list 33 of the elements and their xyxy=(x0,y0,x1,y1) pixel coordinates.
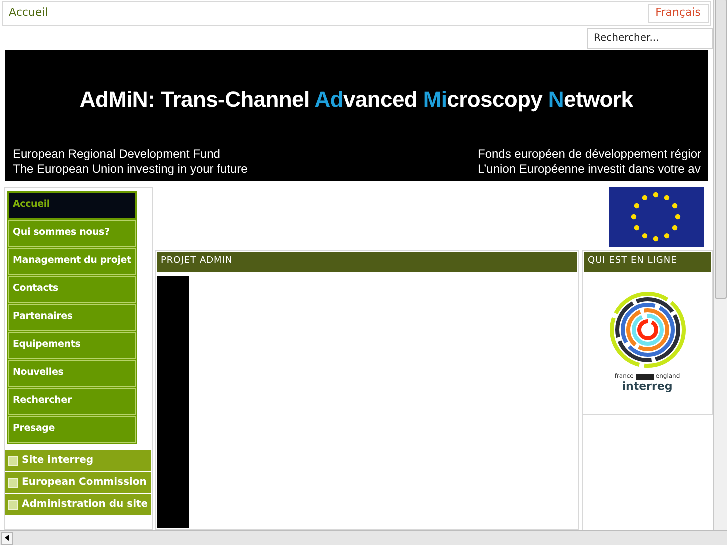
bullet-icon xyxy=(8,478,18,488)
bullet-icon xyxy=(8,500,18,510)
rings-logo-icon xyxy=(610,292,686,368)
breadcrumb-link[interactable]: Accueil xyxy=(9,5,48,22)
sidebar-link[interactable]: Site interreg xyxy=(5,450,151,471)
banner-title: AdMiN: Trans-Channel Advanced Microscopy Network xyxy=(78,86,634,114)
link-label: European Commission xyxy=(22,476,147,490)
logo-name: interreg xyxy=(622,381,673,393)
search-field[interactable]: Rechercher... xyxy=(587,28,713,49)
scroll-left-icon[interactable] xyxy=(1,532,13,544)
bullet-icon xyxy=(8,456,18,466)
panel-header: PROJET ADMIN xyxy=(157,252,577,272)
flag-icon xyxy=(636,374,654,380)
menu-item[interactable]: Management du projet xyxy=(8,248,136,275)
menu-item[interactable]: Rechercher xyxy=(8,388,136,415)
menu-item[interactable]: Partenaires xyxy=(8,304,136,331)
menu-item[interactable]: Equipements xyxy=(8,332,136,359)
link-label: Administration du site xyxy=(22,498,148,512)
menu-item[interactable]: Nouvelles xyxy=(8,360,136,387)
banner-text: The European Union investing in your future xyxy=(13,162,248,177)
banner-text: L’union Européenne investit dans votre av xyxy=(478,162,702,177)
banner-text: European Regional Development Fund xyxy=(13,147,222,162)
language-button[interactable]: Français xyxy=(648,4,709,23)
link-label: Site interreg xyxy=(22,454,94,468)
eu-flag-icon xyxy=(609,187,704,247)
menu-item[interactable]: Qui sommes nous? xyxy=(8,220,136,247)
sidebar-link[interactable]: Administration du site xyxy=(5,494,151,515)
sidebar-link[interactable]: European Commission xyxy=(5,472,151,493)
menu-item[interactable]: Accueil xyxy=(8,192,136,219)
menu-item[interactable]: Contacts xyxy=(8,276,136,303)
menu-item[interactable]: Presage xyxy=(8,416,136,443)
panel-header: QUI EST EN LIGNE xyxy=(584,252,711,272)
banner-text: Fonds européen de développement régior xyxy=(478,147,702,162)
